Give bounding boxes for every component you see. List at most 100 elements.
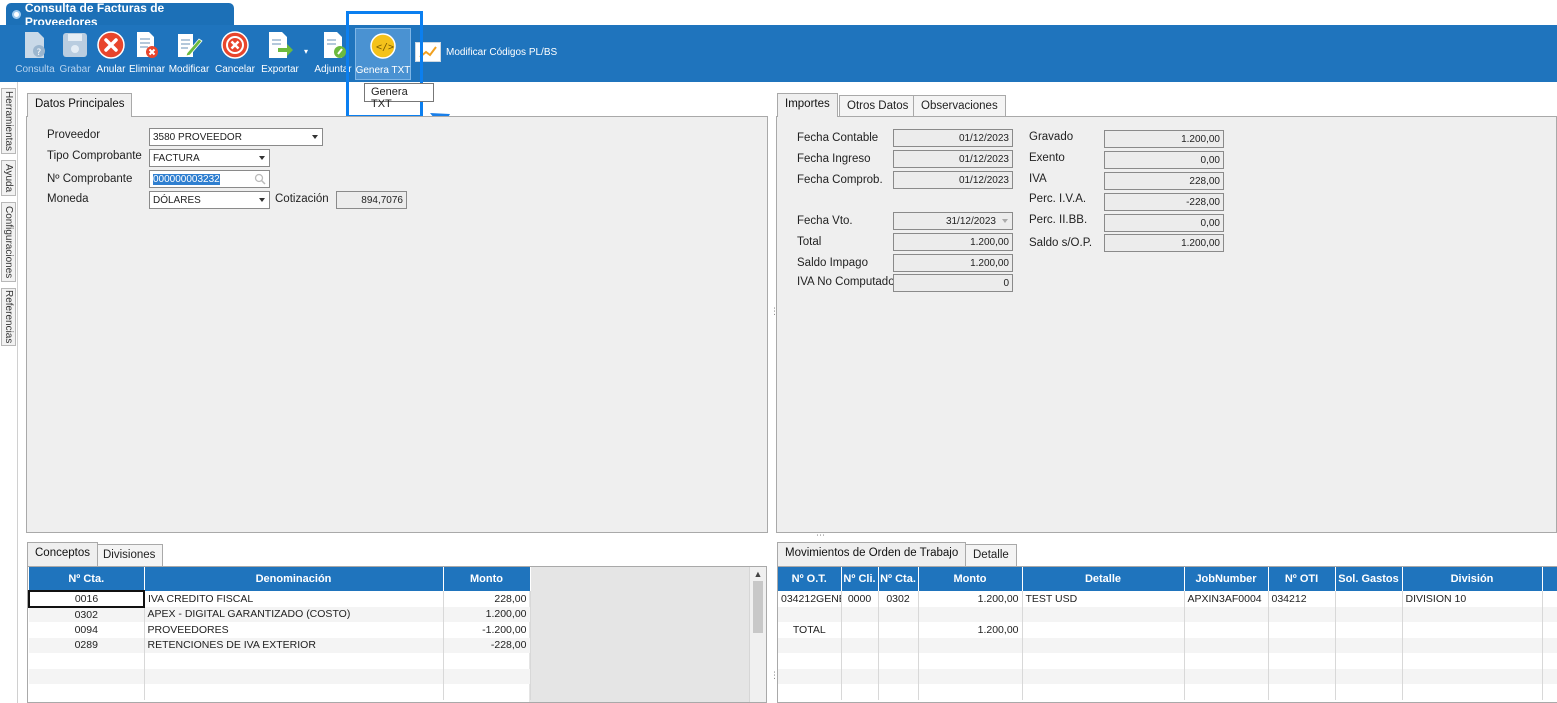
- column-header[interactable]: Denominación: [144, 567, 444, 591]
- toolbar: ? Consulta Grabar Anular Eliminar Modifi…: [0, 25, 1557, 82]
- column-header[interactable]: Nº Cli.: [841, 567, 879, 591]
- column-header[interactable]: JobNumber: [1184, 567, 1269, 591]
- side-tab-referencias[interactable]: Referencias: [1, 288, 16, 346]
- iva-label: IVA: [1029, 173, 1047, 185]
- saldo-impago-label: Saldo Impago: [797, 257, 868, 269]
- table-row[interactable]: 034212GENE 0000 0302 1.200,00 TEST USD A…: [778, 591, 1557, 607]
- fecha-comprob-label: Fecha Comprob.: [797, 174, 883, 186]
- modificar-button[interactable]: Modificar: [168, 28, 210, 80]
- scroll-up-icon[interactable]: ▲: [750, 569, 766, 579]
- nro-comprobante-input[interactable]: 000000003232: [149, 170, 270, 188]
- anular-button[interactable]: Anular: [95, 28, 127, 80]
- svg-text:?: ?: [37, 48, 42, 58]
- column-header[interactable]: Sol. Gastos: [1335, 567, 1403, 591]
- table-row[interactable]: 0289 RETENCIONES DE IVA EXTERIOR -228,00: [29, 637, 531, 653]
- tipo-comprobante-label: Tipo Comprobante: [47, 150, 142, 162]
- column-header[interactable]: Monto: [918, 567, 1023, 591]
- svg-text:</>: </>: [376, 42, 394, 53]
- fecha-contable-field[interactable]: 01/12/2023: [893, 129, 1013, 147]
- fecha-comprob-field[interactable]: 01/12/2023: [893, 171, 1013, 189]
- perc-iibb-field[interactable]: 0,00: [1104, 214, 1224, 232]
- chevron-down-icon: [1002, 219, 1008, 223]
- column-header[interactable]: Nº Cta.: [878, 567, 919, 591]
- save-icon: [61, 31, 89, 59]
- code-icon: </>: [369, 32, 397, 60]
- tipo-comprobante-select[interactable]: FACTURA: [149, 149, 270, 167]
- tab-divisiones[interactable]: Divisiones: [95, 544, 164, 566]
- fecha-vto-label: Fecha Vto.: [797, 215, 853, 227]
- tab-movimientos-ot[interactable]: Movimientos de Orden de Trabajo: [777, 542, 967, 566]
- chevron-down-icon: [259, 198, 265, 202]
- perc-iva-field[interactable]: -228,00: [1104, 193, 1224, 211]
- scrollbar-thumb[interactable]: [753, 581, 763, 633]
- nro-comprobante-label: Nº Comprobante: [47, 173, 133, 185]
- table-row[interactable]: 0094 PROVEEDORES -1.200,00: [29, 622, 531, 638]
- chevron-down-icon: [312, 135, 318, 139]
- column-header[interactable]: División: [1402, 567, 1543, 591]
- conceptos-grid: ▲ Nº Cta. Denominación Monto 0016 IVA CRE…: [27, 566, 767, 703]
- conceptos-scrollbar[interactable]: ▲: [749, 567, 766, 702]
- consulta-button[interactable]: ? Consulta: [15, 28, 55, 80]
- table-row[interactable]: 0016 IVA CREDITO FISCAL 228,00: [28, 590, 531, 608]
- table-row: [778, 606, 1557, 622]
- cancelar-button[interactable]: Cancelar: [215, 28, 255, 80]
- x-circle-icon: [97, 31, 125, 59]
- tab-conceptos[interactable]: Conceptos: [27, 542, 98, 566]
- side-tab-ayuda[interactable]: Ayuda: [1, 160, 16, 196]
- moneda-label: Moneda: [47, 193, 89, 205]
- table-row-total: TOTAL 1.200,00: [778, 622, 1557, 638]
- table-row[interactable]: 0302 APEX - DIGITAL GARANTIZADO (COSTO) 1.…: [29, 606, 531, 622]
- horizontal-splitter[interactable]: ⋯: [816, 530, 825, 541]
- adjuntar-button[interactable]: Adjuntar: [313, 28, 353, 80]
- modificar-codigos-button[interactable]: Modificar Códigos PL/BS: [415, 42, 557, 62]
- tab-datos-principales[interactable]: Datos Principales: [27, 93, 133, 117]
- gravado-field[interactable]: 1.200,00: [1104, 130, 1224, 148]
- saldo-op-field[interactable]: 1.200,00: [1104, 234, 1224, 252]
- side-tab-configuraciones[interactable]: Configuraciones: [1, 202, 16, 282]
- movimientos-grid: Nº O.T. Nº Cli. Nº Cta. Monto Detalle Jo…: [777, 566, 1557, 703]
- saldo-op-label: Saldo s/O.P.: [1029, 237, 1093, 249]
- importes-panel: Fecha Contable 01/12/2023 Fecha Ingreso …: [776, 116, 1557, 533]
- fecha-ingreso-field[interactable]: 01/12/2023: [893, 150, 1013, 168]
- exento-label: Exento: [1029, 152, 1065, 164]
- window-tab-icon: [12, 10, 21, 19]
- grabar-button[interactable]: Grabar: [58, 28, 92, 80]
- fecha-contable-label: Fecha Contable: [797, 132, 879, 144]
- tab-detalle[interactable]: Detalle: [965, 544, 1017, 566]
- column-header[interactable]: Nº O.T.: [778, 567, 842, 591]
- exportar-dropdown-icon[interactable]: ▾: [304, 47, 308, 56]
- exportar-button[interactable]: Exportar: [259, 28, 301, 80]
- fecha-vto-field[interactable]: 31/12/2023: [893, 212, 1013, 230]
- edit-document-icon: [175, 31, 203, 59]
- moneda-select[interactable]: DÓLARES: [149, 191, 270, 209]
- perc-iibb-label: Perc. II.BB.: [1029, 214, 1088, 226]
- total-label: Total: [797, 236, 822, 248]
- table-row: [778, 653, 1557, 669]
- table-row: [778, 668, 1557, 684]
- iva-no-computado-field[interactable]: 0: [893, 274, 1013, 292]
- attach-icon: [319, 31, 347, 59]
- iva-no-computado-label: IVA No Computado: [797, 276, 895, 288]
- movimientos-table: Nº O.T. Nº Cli. Nº Cta. Monto Detalle Jo…: [778, 567, 1557, 700]
- tab-observaciones[interactable]: Observaciones: [913, 95, 1006, 117]
- exento-field[interactable]: 0,00: [1104, 151, 1224, 169]
- search-icon[interactable]: [254, 173, 266, 185]
- column-header[interactable]: Detalle: [1022, 567, 1185, 591]
- window-tab[interactable]: Consulta de Facturas de Proveedores: [6, 1, 234, 29]
- saldo-impago-field[interactable]: 1.200,00: [893, 254, 1013, 272]
- column-header[interactable]: Nº OTI: [1268, 567, 1336, 591]
- perc-iva-label: Perc. I.V.A.: [1029, 193, 1087, 205]
- column-header[interactable]: Monto: [443, 567, 531, 591]
- document-search-icon: ?: [21, 31, 49, 59]
- side-tab-herramientas[interactable]: Herramientas: [1, 88, 16, 154]
- total-field[interactable]: 1.200,00: [893, 233, 1013, 251]
- tab-importes[interactable]: Importes: [777, 93, 838, 117]
- iva-field[interactable]: 228,00: [1104, 172, 1224, 190]
- cotizacion-field[interactable]: 894,7076: [336, 191, 407, 209]
- eliminar-button[interactable]: Eliminar: [129, 28, 165, 80]
- proveedor-select[interactable]: 3580 PROVEEDOR: [149, 128, 323, 146]
- column-header[interactable]: Nº Cta.: [29, 567, 145, 591]
- genera-txt-button[interactable]: </> Genera TXT: [355, 28, 411, 80]
- table-row: [29, 684, 531, 700]
- tab-otros-datos[interactable]: Otros Datos: [839, 95, 917, 117]
